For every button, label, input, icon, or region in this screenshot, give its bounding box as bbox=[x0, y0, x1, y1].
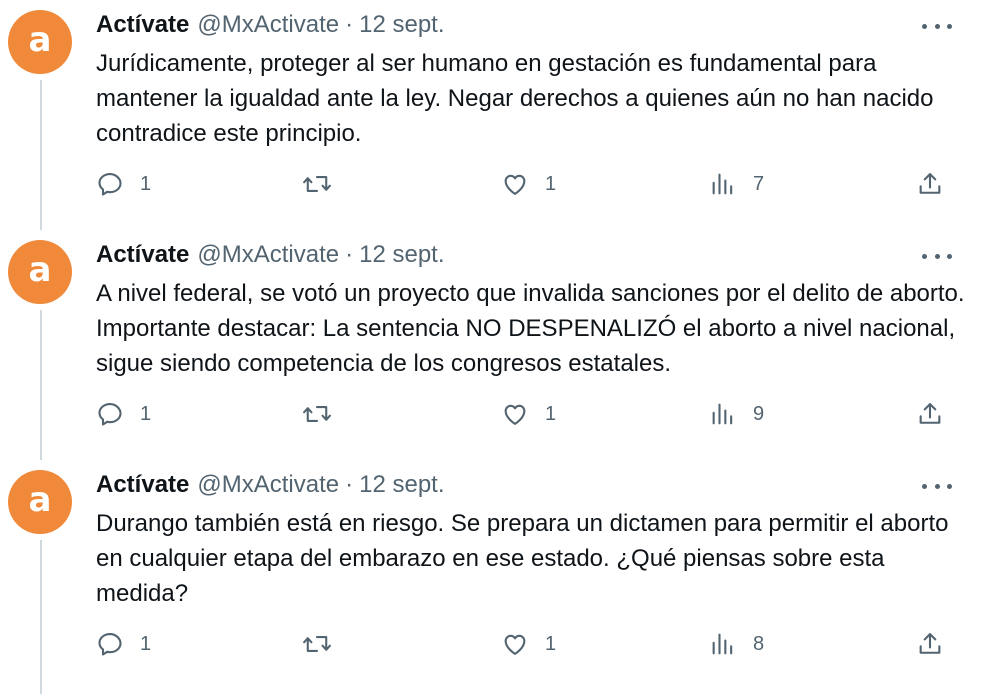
author-handle[interactable]: @MxActivate bbox=[197, 11, 339, 39]
tweet-header: Actívate @MxActivate · 12 sept. bbox=[96, 470, 445, 500]
like-button[interactable]: 1 bbox=[501, 168, 556, 200]
more-icon[interactable] bbox=[922, 18, 952, 34]
header-separator: · bbox=[345, 471, 354, 498]
like-button[interactable]: 1 bbox=[501, 628, 556, 660]
author-name[interactable]: Actívate bbox=[96, 241, 189, 269]
share-icon bbox=[919, 173, 941, 194]
tweet-text: Jurídicamente, proteger al ser humano en… bbox=[96, 50, 934, 147]
share-button[interactable] bbox=[916, 628, 944, 660]
tweet[interactable]: a Actívate @MxActivate · 12 sept. A nive… bbox=[0, 230, 992, 460]
retweet-icon bbox=[303, 406, 331, 422]
retweet-button[interactable] bbox=[302, 398, 348, 430]
avatar-letter: a bbox=[28, 480, 52, 520]
like-count: 1 bbox=[545, 632, 557, 655]
retweet-button[interactable] bbox=[302, 168, 348, 200]
like-count: 1 bbox=[545, 172, 557, 195]
like-icon bbox=[504, 174, 526, 195]
tweet[interactable]: a Actívate @MxActivate · 12 sept. Jurídi… bbox=[0, 0, 992, 230]
views-button[interactable]: 8 bbox=[709, 628, 764, 660]
tweet-text: A nivel federal, se votó un proyecto que… bbox=[96, 280, 965, 377]
reply-icon bbox=[98, 173, 122, 196]
reply-count: 1 bbox=[140, 402, 152, 425]
header-separator: · bbox=[345, 241, 354, 268]
views-icon bbox=[712, 403, 733, 425]
tweet-actions: 1 1 8 bbox=[96, 628, 956, 660]
tweet-date[interactable]: 12 sept. bbox=[359, 241, 444, 269]
share-icon bbox=[919, 633, 941, 654]
like-icon bbox=[504, 404, 526, 425]
reply-button[interactable]: 1 bbox=[96, 398, 151, 430]
avatar-letter: a bbox=[28, 250, 52, 290]
tweet-actions: 1 1 9 bbox=[96, 398, 956, 430]
reply-button[interactable]: 1 bbox=[96, 168, 151, 200]
author-handle[interactable]: @MxActivate bbox=[197, 241, 339, 269]
author-handle[interactable]: @MxActivate bbox=[197, 471, 339, 499]
views-icon bbox=[712, 173, 733, 195]
more-icon[interactable] bbox=[922, 248, 952, 264]
share-icon bbox=[919, 403, 941, 424]
views-icon bbox=[712, 633, 733, 655]
avatar[interactable]: a bbox=[8, 10, 72, 74]
tweet[interactable]: a Actívate @MxActivate · 12 sept. Durang… bbox=[0, 460, 992, 690]
author-name[interactable]: Actívate bbox=[96, 11, 189, 39]
share-button[interactable] bbox=[916, 168, 944, 200]
more-icon[interactable] bbox=[922, 478, 952, 494]
reply-count: 1 bbox=[140, 632, 152, 655]
views-button[interactable]: 7 bbox=[709, 168, 764, 200]
reply-icon bbox=[98, 633, 122, 656]
views-count: 9 bbox=[753, 402, 765, 425]
author-name[interactable]: Actívate bbox=[96, 471, 189, 499]
views-count: 8 bbox=[753, 632, 765, 655]
tweet-header: Actívate @MxActivate · 12 sept. bbox=[96, 10, 445, 40]
retweet-button[interactable] bbox=[302, 628, 348, 660]
like-count: 1 bbox=[545, 402, 557, 425]
tweet-header: Actívate @MxActivate · 12 sept. bbox=[96, 240, 445, 270]
views-button[interactable]: 9 bbox=[709, 398, 764, 430]
header-separator: · bbox=[345, 11, 354, 38]
tweet-text: Durango también está en riesgo. Se prepa… bbox=[96, 510, 949, 607]
retweet-icon bbox=[303, 636, 331, 652]
avatar-letter: a bbox=[28, 20, 52, 60]
reply-count: 1 bbox=[140, 172, 152, 195]
like-icon bbox=[504, 634, 526, 655]
views-count: 7 bbox=[753, 172, 765, 195]
avatar[interactable]: a bbox=[8, 470, 72, 534]
reply-icon bbox=[98, 403, 122, 426]
tweet-actions: 1 1 7 bbox=[96, 168, 956, 200]
tweet-date[interactable]: 12 sept. bbox=[359, 11, 444, 39]
retweet-icon bbox=[303, 176, 331, 192]
avatar[interactable]: a bbox=[8, 240, 72, 304]
share-button[interactable] bbox=[916, 398, 944, 430]
tweet-date[interactable]: 12 sept. bbox=[359, 471, 444, 499]
like-button[interactable]: 1 bbox=[501, 398, 556, 430]
reply-button[interactable]: 1 bbox=[96, 628, 151, 660]
